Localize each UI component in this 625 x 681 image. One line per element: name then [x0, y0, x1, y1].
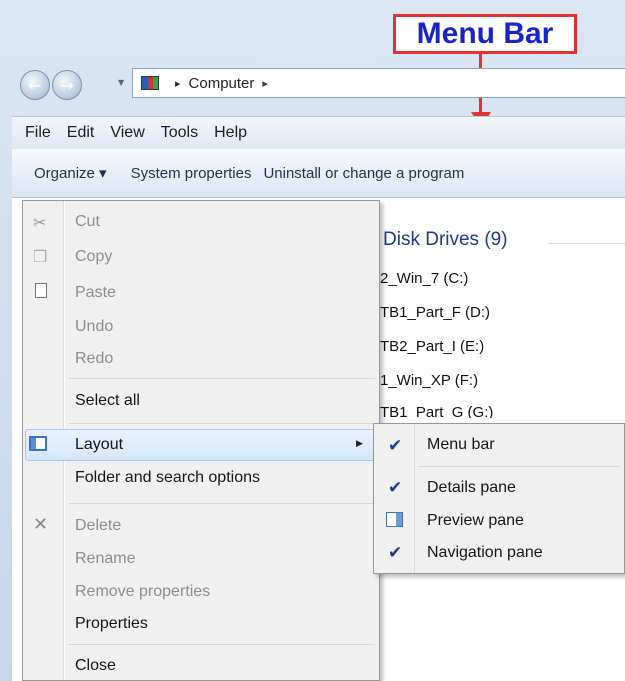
menu-item-paste[interactable]: Paste [75, 284, 116, 302]
drive-item[interactable]: 1_Win_XP (F:) [380, 372, 478, 389]
menu-item-select-all[interactable]: Select all [75, 392, 140, 410]
menu-item-redo[interactable]: Redo [75, 350, 113, 368]
copy-icon: ❐ [33, 247, 48, 266]
back-button[interactable]: ← [20, 70, 50, 100]
menu-view[interactable]: View [102, 124, 152, 142]
paste-icon [35, 283, 47, 298]
command-bar: Organize ▾ System properties Uninstall o… [12, 149, 625, 198]
menu-separator [69, 423, 375, 424]
menu-separator [69, 378, 375, 379]
drive-item[interactable]: TB1_Part_G (G:) [380, 404, 493, 418]
recent-pages-chevron-icon[interactable]: ▼ [118, 78, 124, 87]
organize-menu: ✂ Cut ❐ Copy Paste Undo Redo Select all … [22, 200, 380, 681]
drive-item[interactable]: 2_Win_7 (C:) [380, 270, 468, 287]
forward-arrow-icon: → [60, 75, 74, 95]
breadcrumb-separator[interactable]: ▸ [262, 77, 268, 90]
address-bar[interactable]: ▸ Computer ▸ [132, 68, 625, 98]
uninstall-program-button[interactable]: Uninstall or change a program [263, 165, 464, 182]
system-properties-button[interactable]: System properties [131, 165, 252, 182]
disk-drives-group-header[interactable]: Disk Drives (9) [383, 229, 508, 251]
navigation-row: ← → ▼ ▸ Computer ▸ [12, 66, 625, 104]
menu-item-properties[interactable]: Properties [75, 615, 148, 633]
checkmark-icon: ✔ [388, 543, 403, 563]
menu-separator [69, 503, 375, 504]
group-divider [548, 243, 625, 244]
menu-item-folder-options[interactable]: Folder and search options [75, 469, 260, 487]
menu-help[interactable]: Help [206, 124, 255, 142]
preview-pane-icon [386, 512, 403, 527]
drive-item[interactable]: TB1_Part_F (D:) [380, 304, 490, 321]
menu-item-undo[interactable]: Undo [75, 318, 113, 336]
callout-label: Menu Bar [416, 17, 554, 50]
organize-button[interactable]: Organize ▾ [34, 164, 107, 182]
layout-submenu: ✔ Menu bar ✔ Details pane Preview pane ✔… [373, 423, 625, 574]
menu-file[interactable]: File [12, 124, 59, 142]
back-arrow-icon: ← [28, 75, 42, 95]
menu-bar-callout: Menu Bar [393, 14, 577, 54]
submenu-item-preview-pane[interactable]: Preview pane [427, 512, 524, 530]
submenu-arrow-icon: ▶ [356, 439, 363, 449]
menu-item-rename[interactable]: Rename [75, 550, 135, 568]
delete-x-icon: ✕ [33, 514, 49, 535]
menu-item-remove-properties[interactable]: Remove properties [75, 583, 210, 601]
scissors-icon: ✂ [33, 213, 47, 232]
checkmark-icon: ✔ [388, 436, 403, 456]
submenu-item-details-pane[interactable]: Details pane [427, 479, 516, 497]
layout-icon [29, 436, 47, 451]
submenu-item-menu-bar[interactable]: Menu bar [427, 436, 495, 454]
submenu-gutter [414, 424, 415, 573]
menu-item-copy[interactable]: Copy [75, 248, 112, 266]
breadcrumb-separator[interactable]: ▸ [175, 77, 181, 90]
menu-bar: File Edit View Tools Help [12, 116, 625, 150]
menu-separator [69, 644, 375, 645]
breadcrumb-computer[interactable]: Computer [189, 75, 255, 92]
drive-item[interactable]: TB2_Part_I (E:) [380, 338, 484, 355]
forward-button[interactable]: → [52, 70, 82, 100]
menu-separator [418, 466, 620, 467]
menu-item-cut[interactable]: Cut [75, 213, 100, 231]
menu-tools[interactable]: Tools [153, 124, 206, 142]
submenu-item-navigation-pane[interactable]: Navigation pane [427, 544, 543, 562]
computer-icon [141, 76, 159, 90]
menu-item-delete[interactable]: Delete [75, 517, 121, 535]
menu-item-layout[interactable]: Layout [75, 436, 123, 454]
menu-item-close[interactable]: Close [75, 657, 116, 675]
checkmark-icon: ✔ [388, 478, 403, 498]
menu-edit[interactable]: Edit [59, 124, 103, 142]
